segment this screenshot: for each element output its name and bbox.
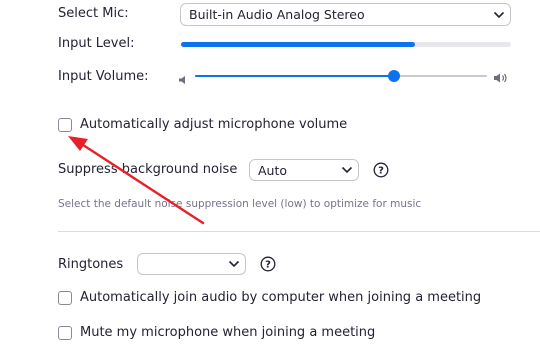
mic-select-value: Built-in Audio Analog Stereo (189, 7, 365, 22)
input-volume-thumb[interactable] (387, 70, 400, 82)
noise-suppression-value: Auto (258, 162, 288, 178)
chevron-down-icon (336, 160, 358, 180)
input-volume-slider[interactable] (195, 70, 487, 82)
volume-low-icon (178, 70, 188, 89)
select-mic-label: Select Mic: (58, 6, 129, 21)
volume-high-icon (493, 69, 509, 88)
input-volume-fill (195, 75, 394, 77)
ringtones-label: Ringtones (58, 257, 124, 272)
help-icon[interactable]: ? (373, 162, 389, 182)
auto-join-audio-label: Automatically join audio by computer whe… (80, 290, 482, 305)
noise-suppression-select[interactable]: Auto (249, 159, 359, 181)
auto-adjust-volume-checkbox[interactable] (58, 118, 72, 132)
mute-on-join-checkbox[interactable] (58, 326, 72, 340)
ringtones-select[interactable] (137, 253, 246, 275)
auto-join-audio-checkbox[interactable] (58, 291, 72, 305)
chevron-down-icon (488, 4, 510, 25)
mute-on-join-label: Mute my microphone when joining a meetin… (80, 325, 376, 340)
auto-adjust-volume-label: Automatically adjust microphone volume (80, 117, 348, 132)
svg-text:?: ? (265, 260, 271, 271)
input-level-label: Input Level: (58, 36, 135, 51)
help-icon[interactable]: ? (260, 256, 276, 276)
chevron-down-icon (223, 254, 245, 274)
svg-text:?: ? (378, 166, 384, 177)
suppress-noise-label: Suppress background noise (58, 162, 238, 177)
input-level-meter (181, 42, 511, 47)
mic-select[interactable]: Built-in Audio Analog Stereo (180, 3, 511, 26)
noise-hint-text: Select the default noise suppression lev… (58, 198, 422, 210)
input-volume-label: Input Volume: (58, 69, 149, 84)
input-level-fill (181, 42, 416, 47)
section-divider (58, 231, 540, 232)
